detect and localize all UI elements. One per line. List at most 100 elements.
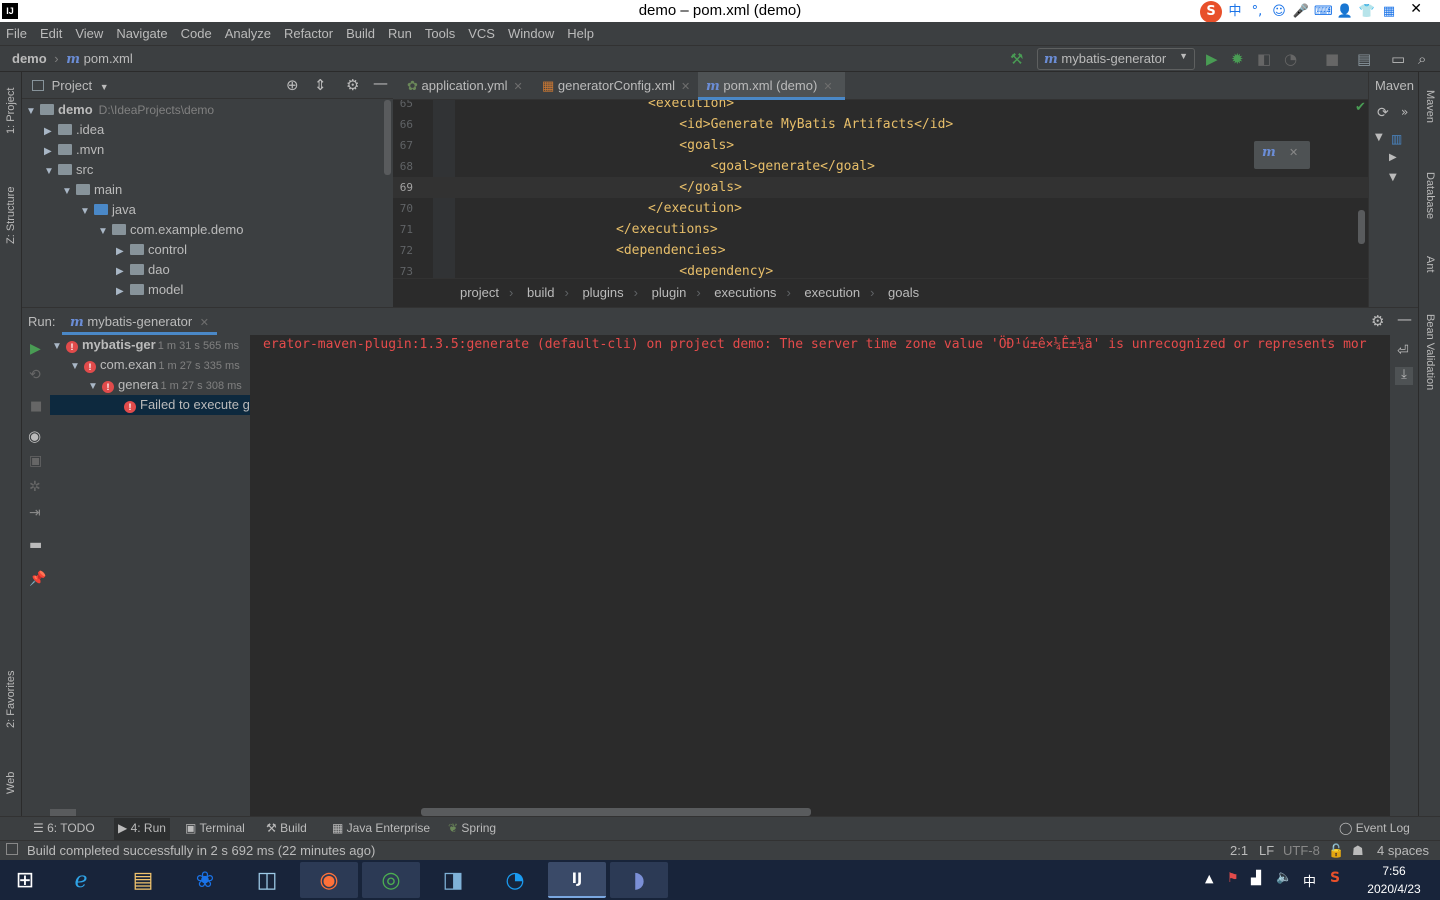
maven-reload-popup[interactable]: m ✕ bbox=[1254, 141, 1310, 169]
tab-application-yml[interactable]: ✿ application.yml ✕ bbox=[399, 72, 534, 100]
tab-generatorconfig-xml[interactable]: ▦ generatorConfig.xml ✕ bbox=[534, 72, 698, 100]
menu-build[interactable]: Build bbox=[346, 26, 375, 41]
menu-run[interactable]: Run bbox=[388, 26, 412, 41]
expand-arrow-icon[interactable]: ▼ bbox=[1375, 132, 1383, 143]
crumb-plugins[interactable]: plugins bbox=[582, 285, 623, 300]
window-close-button[interactable]: ✕ bbox=[1410, 1, 1422, 17]
crumb-project[interactable]: project bbox=[460, 285, 499, 300]
ime-mic-icon[interactable]: 🎤 bbox=[1292, 3, 1310, 21]
tool-structure[interactable]: Z: Structure bbox=[5, 187, 17, 244]
notepad-icon[interactable]: ◨ bbox=[424, 862, 482, 898]
menu-tools[interactable]: Tools bbox=[425, 26, 455, 41]
stop-icon[interactable]: ■ bbox=[1325, 50, 1339, 68]
ime-keyboard-icon[interactable]: ⌨ bbox=[1314, 3, 1333, 21]
expand-arrow-icon[interactable]: ▶ bbox=[116, 242, 130, 262]
ime-punct-icon[interactable]: °, bbox=[1248, 3, 1266, 21]
ime-emoji-icon[interactable]: ☺ bbox=[1270, 3, 1288, 21]
tool-spring[interactable]: ❦ Spring bbox=[448, 821, 496, 835]
file-encoding[interactable]: UTF-8 bbox=[1283, 843, 1320, 858]
mysql-dolphin-icon[interactable]: ◗ bbox=[610, 862, 668, 898]
line-separator[interactable]: LF bbox=[1259, 843, 1274, 858]
firefox-icon[interactable]: ◉ bbox=[300, 862, 358, 898]
editor-scrollbar[interactable] bbox=[1358, 210, 1365, 244]
hammer-build-icon[interactable]: ⚒ bbox=[1010, 50, 1023, 68]
run-icon[interactable]: ▶ bbox=[1206, 50, 1218, 68]
code-editor[interactable]: 65 <execution> 66 <id>Generate MyBatis Ar… bbox=[393, 100, 1369, 278]
project-view-select[interactable]: Project ▼ bbox=[32, 78, 109, 93]
ime-chinese-icon[interactable]: 中 bbox=[1226, 3, 1244, 21]
expand-arrow-icon[interactable]: ▼ bbox=[80, 202, 94, 222]
tree-item-src[interactable]: ▼ src bbox=[22, 160, 393, 180]
expand-arrow-icon[interactable]: ▶ bbox=[116, 282, 130, 302]
menu-navigate[interactable]: Navigate bbox=[116, 26, 167, 41]
tool-run[interactable]: ▶ 4: Run bbox=[114, 818, 170, 840]
menu-help[interactable]: Help bbox=[567, 26, 594, 41]
tree-item-main[interactable]: ▼ main bbox=[22, 180, 393, 200]
run-tree-item[interactable]: ▼! mybatis-ger 1 m 31 s 565 ms bbox=[50, 335, 250, 355]
tray-expand-icon[interactable]: ▲ bbox=[1205, 872, 1213, 885]
ie-browser-icon[interactable]: ℯ bbox=[52, 862, 110, 898]
tree-item-control[interactable]: ▶ control bbox=[22, 240, 393, 260]
refresh-icon[interactable]: ⟳ bbox=[1377, 105, 1389, 121]
sogou-icon[interactable]: S bbox=[1200, 1, 1222, 23]
sogou-tray-icon[interactable]: S bbox=[1330, 870, 1340, 886]
settings-icon[interactable]: ✲ bbox=[29, 479, 41, 495]
more-icon[interactable]: » bbox=[1401, 105, 1408, 119]
run-configuration-select[interactable]: m mybatis-generator ▼ bbox=[1037, 48, 1195, 70]
baidu-netdisk-icon[interactable]: ❀ bbox=[176, 862, 234, 898]
exit-icon[interactable]: ⇥ bbox=[29, 505, 41, 521]
camera-icon[interactable]: ▣ bbox=[29, 453, 42, 469]
project-scrollbar[interactable] bbox=[384, 100, 391, 175]
run-tree-item[interactable]: ▼! genera 1 m 27 s 308 ms bbox=[50, 375, 250, 395]
tool-maven[interactable]: Maven bbox=[1424, 90, 1436, 123]
expand-arrow-icon[interactable]: ▼ bbox=[26, 102, 40, 122]
tree-item-package[interactable]: ▼ com.example.demo bbox=[22, 220, 393, 240]
minimize-icon[interactable]: — bbox=[373, 74, 388, 92]
nav-project-crumb[interactable]: demo bbox=[12, 51, 47, 66]
crumb-build[interactable]: build bbox=[527, 285, 554, 300]
tree-item-java[interactable]: ▼ java bbox=[22, 200, 393, 220]
project-structure-icon[interactable]: ▤ bbox=[1357, 50, 1371, 68]
system-clock[interactable]: 7:56 2020/4/23 bbox=[1350, 862, 1438, 898]
chrome-icon[interactable]: ◎ bbox=[362, 862, 420, 898]
gear-icon[interactable]: ⚙ bbox=[346, 76, 359, 94]
tool-database[interactable]: Database bbox=[1424, 172, 1436, 219]
tool-ant[interactable]: Ant bbox=[1424, 256, 1436, 273]
tool-favorites[interactable]: 2: Favorites bbox=[5, 671, 17, 728]
expand-arrow-icon[interactable]: ▼ bbox=[70, 357, 84, 377]
expand-arrow-icon[interactable]: ▼ bbox=[1389, 172, 1397, 183]
tree-item-demo[interactable]: ▼ demo D:\IdeaProjects\demo bbox=[22, 100, 393, 120]
crumb-goals[interactable]: goals bbox=[888, 285, 919, 300]
scroll-to-end-icon[interactable]: ⤓ bbox=[1395, 367, 1413, 385]
gear-icon[interactable]: ⚙ bbox=[1371, 312, 1384, 330]
inspector-icon[interactable]: ☗ bbox=[1352, 843, 1364, 859]
maven-reload-icon[interactable]: m bbox=[1262, 145, 1276, 160]
tool-web[interactable]: Web bbox=[5, 772, 17, 794]
rerun-icon[interactable]: ▶ bbox=[30, 341, 41, 357]
menu-refactor[interactable]: Refactor bbox=[284, 26, 333, 41]
file-explorer-icon[interactable]: ▤ bbox=[114, 862, 172, 898]
search-icon[interactable]: ⌕ bbox=[1418, 50, 1426, 68]
ime-indicator[interactable]: 中 bbox=[1303, 871, 1316, 890]
network-warning-icon[interactable]: ⚑ bbox=[1227, 871, 1239, 886]
tool-java-enterprise[interactable]: ▦ Java Enterprise bbox=[332, 821, 430, 835]
intellij-taskbar-icon[interactable]: IJ bbox=[548, 862, 606, 898]
tool-build[interactable]: ⚒ Build bbox=[266, 821, 307, 835]
menu-edit[interactable]: Edit bbox=[40, 26, 62, 41]
indent-setting[interactable]: 4 spaces bbox=[1377, 843, 1429, 858]
status-message[interactable]: Build completed successfully in 2 s 692 … bbox=[27, 843, 375, 858]
caret-position[interactable]: 2:1 bbox=[1230, 843, 1248, 858]
expand-arrow-icon[interactable]: ▼ bbox=[88, 377, 102, 397]
tree-item-dao[interactable]: ▶ dao bbox=[22, 260, 393, 280]
menu-analyze[interactable]: Analyze bbox=[225, 26, 271, 41]
ime-toolbar[interactable]: S 中 °, ☺ 🎤 ⌨ 👤 👕 ▦ bbox=[1200, 1, 1398, 23]
coverage-icon[interactable]: ◧ bbox=[1257, 50, 1271, 68]
run-tree-item[interactable]: ▼! com.exan 1 m 27 s 335 ms bbox=[50, 355, 250, 375]
stop-icon[interactable]: ■ bbox=[30, 399, 42, 414]
tool-event-log[interactable]: ◯ Event Log bbox=[1339, 821, 1410, 835]
lock-icon[interactable]: 🔓 bbox=[1328, 843, 1344, 859]
menu-file[interactable]: File bbox=[6, 26, 27, 41]
expand-arrow-icon[interactable]: ▼ bbox=[44, 162, 58, 182]
minimize-icon[interactable]: — bbox=[1397, 310, 1412, 328]
presentation-icon[interactable]: ▭ bbox=[1391, 50, 1405, 68]
